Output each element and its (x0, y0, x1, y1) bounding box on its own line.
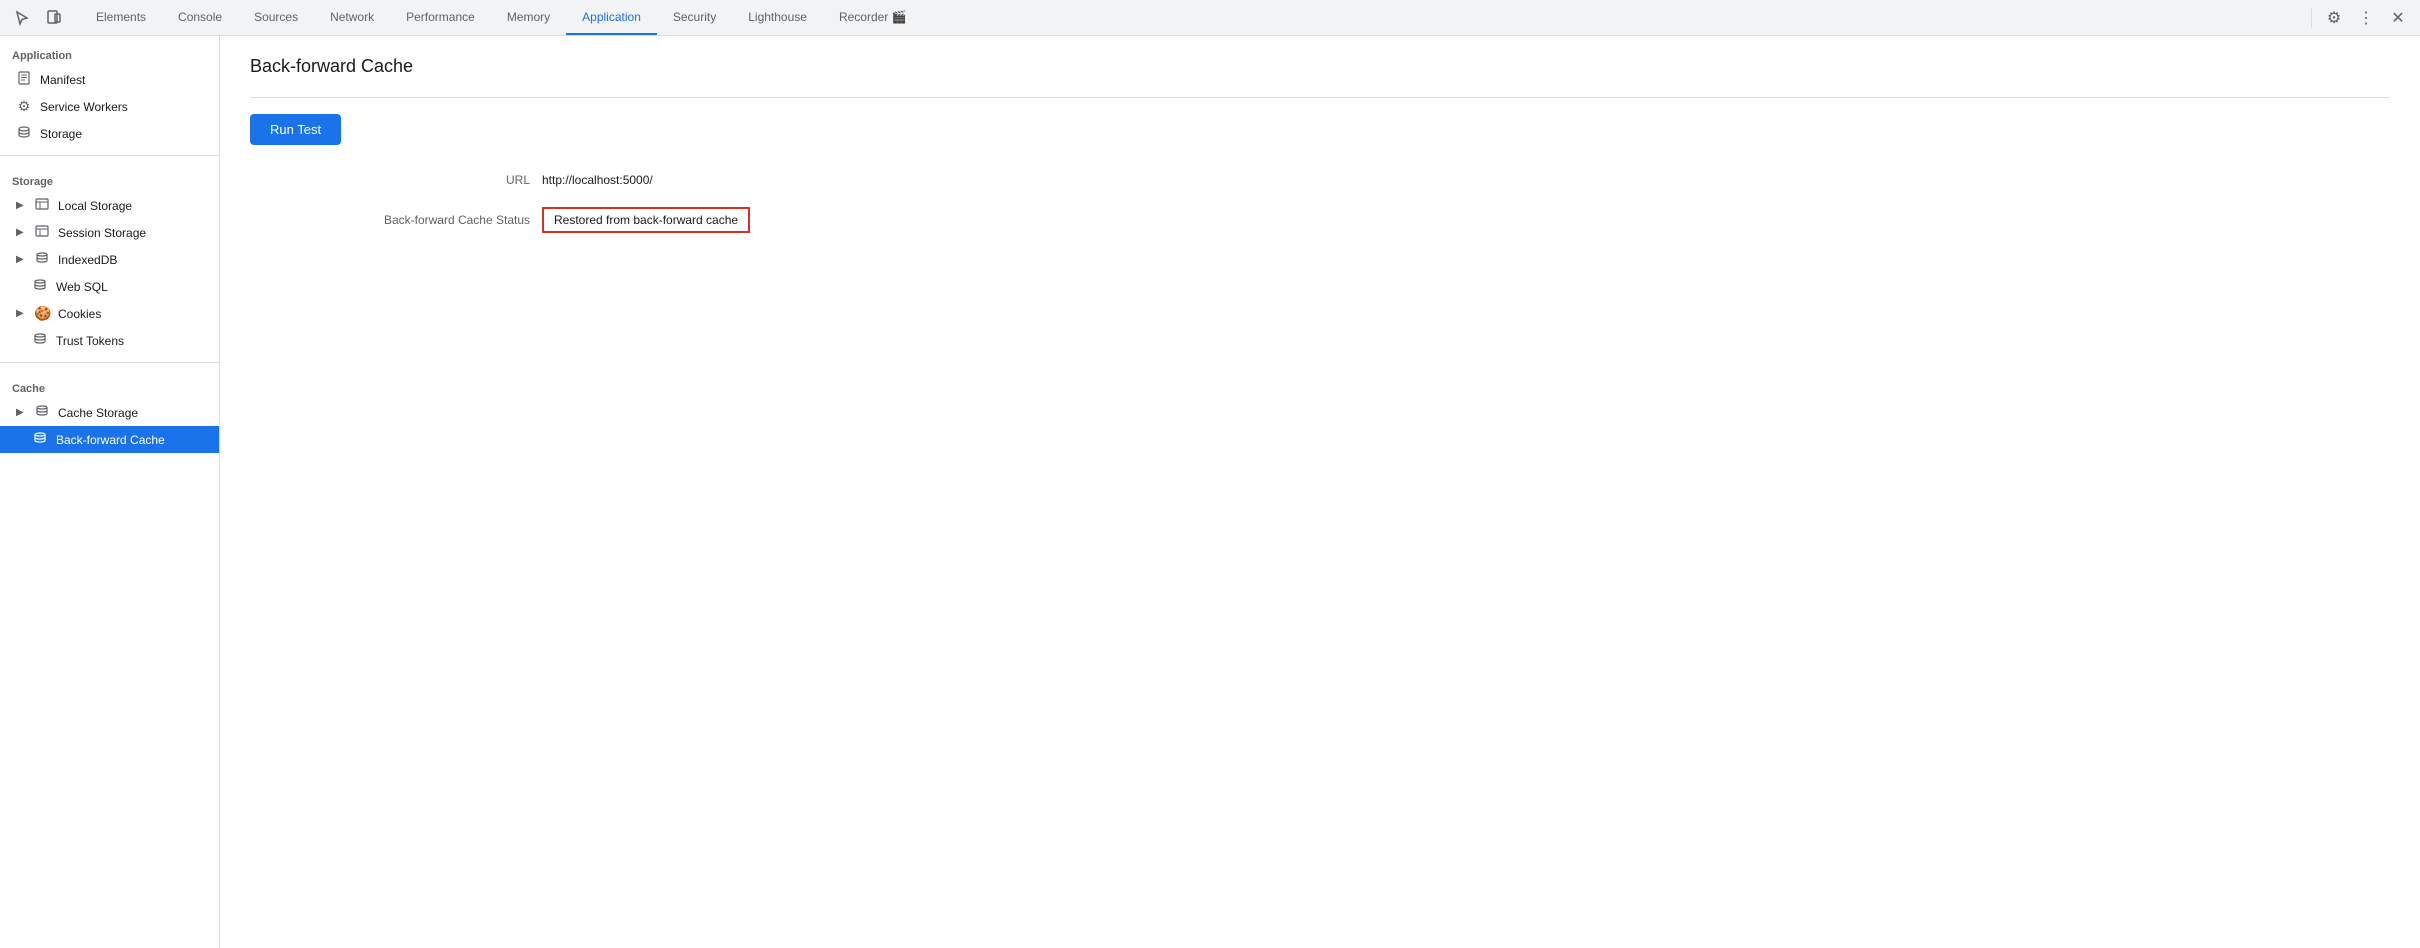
sidebar-item-web-sql[interactable]: Web SQL (0, 273, 219, 300)
sidebar-section-cache: Cache (0, 371, 219, 399)
web-sql-label: Web SQL (56, 280, 211, 294)
storage-icon (16, 125, 32, 142)
sidebar-item-session-storage[interactable]: ▶ Session Storage (0, 219, 219, 246)
cursor-icon[interactable] (8, 4, 36, 32)
tab-bar-separator (2311, 8, 2312, 28)
trust-tokens-label: Trust Tokens (56, 334, 211, 348)
local-storage-icon (34, 197, 50, 214)
sidebar-item-storage[interactable]: Storage (0, 120, 219, 147)
cookies-label: Cookies (58, 307, 211, 321)
main-tabs: Elements Console Sources Network Perform… (80, 0, 2307, 35)
sidebar-item-service-workers[interactable]: ⚙ Service Workers (0, 93, 219, 120)
tab-performance[interactable]: Performance (390, 0, 491, 35)
tab-sources[interactable]: Sources (238, 0, 314, 35)
session-storage-chevron: ▶ (16, 227, 26, 238)
sidebar-item-back-forward-cache[interactable]: Back-forward Cache (0, 426, 219, 453)
cache-storage-chevron: ▶ (16, 407, 26, 418)
url-label: URL (330, 173, 530, 187)
settings-icon[interactable]: ⚙ (2320, 4, 2348, 32)
sidebar-divider-1 (0, 155, 219, 156)
tab-recorder[interactable]: Recorder 🎬 (823, 0, 923, 35)
device-icon[interactable] (40, 4, 68, 32)
back-forward-cache-icon (32, 431, 48, 448)
content-divider (250, 97, 2390, 98)
sidebar-item-indexeddb[interactable]: ▶ IndexedDB (0, 246, 219, 273)
sidebar-item-cookies[interactable]: ▶ 🍪 Cookies (0, 300, 219, 327)
back-forward-cache-label: Back-forward Cache (56, 433, 211, 447)
url-row: URL http://localhost:5000/ (330, 173, 2390, 187)
cache-status-row: Back-forward Cache Status Restored from … (330, 207, 2390, 233)
sidebar: Application Manifest ⚙ Service Workers (0, 36, 220, 948)
tab-elements[interactable]: Elements (80, 0, 162, 35)
sidebar-item-manifest[interactable]: Manifest (0, 66, 219, 93)
tab-security[interactable]: Security (657, 0, 732, 35)
indexeddb-label: IndexedDB (58, 253, 211, 267)
sidebar-item-local-storage[interactable]: ▶ Local Storage (0, 192, 219, 219)
run-test-button[interactable]: Run Test (250, 114, 341, 145)
tab-application[interactable]: Application (566, 0, 657, 35)
cache-storage-label: Cache Storage (58, 406, 211, 420)
cache-storage-icon (34, 404, 50, 421)
content-area: Back-forward Cache Run Test URL http://l… (220, 36, 2420, 948)
sidebar-item-cache-storage[interactable]: ▶ Cache Storage (0, 399, 219, 426)
sidebar-item-trust-tokens[interactable]: Trust Tokens (0, 327, 219, 354)
devtools-icons (8, 4, 68, 32)
info-grid: URL http://localhost:5000/ Back-forward … (330, 173, 2390, 233)
tab-memory[interactable]: Memory (491, 0, 566, 35)
manifest-label: Manifest (40, 73, 211, 87)
tab-console[interactable]: Console (162, 0, 238, 35)
tab-bar-right: ⚙ ⋮ ✕ (2307, 4, 2412, 32)
session-storage-label: Session Storage (58, 226, 211, 240)
indexeddb-chevron: ▶ (16, 254, 26, 265)
more-icon[interactable]: ⋮ (2352, 4, 2380, 32)
trust-tokens-icon (32, 332, 48, 349)
tab-network[interactable]: Network (314, 0, 390, 35)
service-workers-icon: ⚙ (16, 98, 32, 115)
page-title: Back-forward Cache (250, 56, 2390, 77)
service-workers-label: Service Workers (40, 100, 211, 114)
local-storage-label: Local Storage (58, 199, 211, 213)
manifest-icon (16, 71, 32, 88)
cache-status-label: Back-forward Cache Status (330, 213, 530, 227)
indexeddb-icon (34, 251, 50, 268)
close-icon[interactable]: ✕ (2384, 4, 2412, 32)
cookies-icon: 🍪 (34, 305, 50, 322)
sidebar-section-application: Application (0, 36, 219, 66)
sidebar-divider-2 (0, 362, 219, 363)
cookies-chevron: ▶ (16, 308, 26, 319)
sidebar-section-storage: Storage (0, 164, 219, 192)
storage-label: Storage (40, 127, 211, 141)
local-storage-chevron: ▶ (16, 200, 26, 211)
session-storage-icon (34, 224, 50, 241)
cache-status-value: Restored from back-forward cache (542, 207, 750, 233)
web-sql-icon (32, 278, 48, 295)
tab-bar: Elements Console Sources Network Perform… (0, 0, 2420, 36)
main-layout: Application Manifest ⚙ Service Workers (0, 36, 2420, 948)
url-value: http://localhost:5000/ (542, 173, 653, 187)
tab-lighthouse[interactable]: Lighthouse (732, 0, 823, 35)
